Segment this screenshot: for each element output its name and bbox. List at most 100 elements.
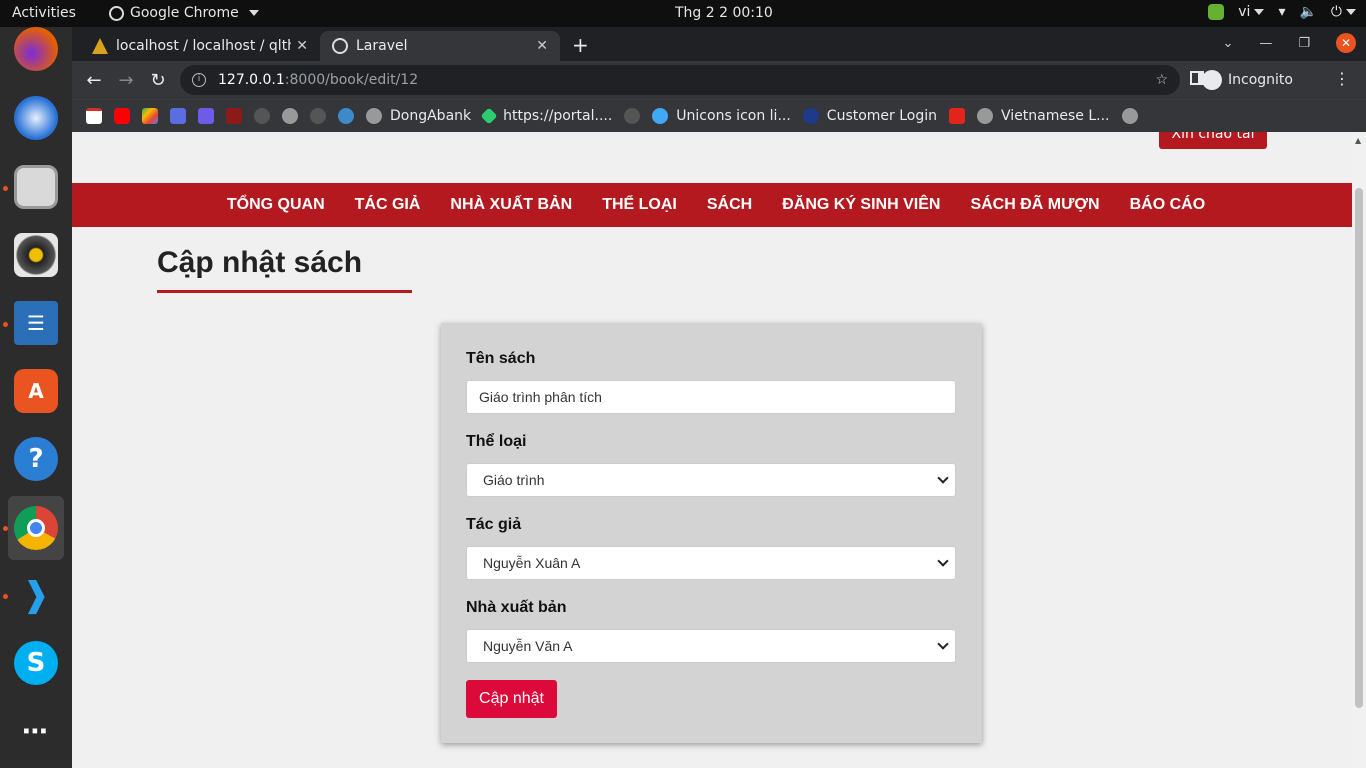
laravel-icon[interactable]	[226, 108, 242, 124]
bookmark-star-icon[interactable]: ☆	[1155, 72, 1168, 88]
category-select[interactable]: Giáo trình	[466, 463, 956, 497]
url-host: 127.0.0.1	[218, 72, 285, 88]
scroll-up-icon[interactable]: ▲	[1355, 136, 1361, 145]
site-info-icon[interactable]: i	[192, 73, 206, 87]
back-button[interactable]: ←	[78, 70, 110, 91]
clock[interactable]: Thg 2 2 00:10	[675, 5, 773, 21]
user-greeting-button[interactable]: Xin chào tài	[1159, 132, 1267, 149]
nav-bao-cao[interactable]: BÁO CÁO	[1130, 196, 1206, 214]
globe-icon[interactable]	[1121, 108, 1138, 124]
address-bar[interactable]: i 127.0.0.1 :8000/book/edit/12 ☆	[180, 65, 1180, 95]
book-name-value: Giáo trình phân tích	[479, 389, 602, 405]
maximize-button[interactable]: ❐	[1298, 36, 1310, 51]
nav-tong-quan[interactable]: TỔNG QUAN	[227, 196, 325, 214]
vscode-icon[interactable]: ❱	[8, 565, 64, 625]
globe-icon[interactable]	[282, 108, 298, 124]
bookmark-vietnamese[interactable]: Vietnamese L...	[977, 108, 1110, 124]
help-icon[interactable]: ?	[8, 429, 64, 489]
tab-phpmyadmin[interactable]: localhost / localhost / qlth ✕	[80, 31, 320, 61]
bookmark-label: DongAbank	[390, 108, 472, 124]
language-label: vi	[1238, 4, 1251, 20]
chevron-down-icon	[937, 472, 949, 484]
gmail-icon[interactable]	[86, 108, 102, 124]
publisher-value: Nguyễn Văn A	[483, 638, 573, 654]
globe-icon	[332, 38, 348, 54]
wordpress-icon[interactable]	[338, 108, 354, 124]
bookmark-customer-login[interactable]: Customer Login	[802, 108, 937, 124]
nav-sach[interactable]: SÁCH	[707, 196, 752, 214]
close-window-button[interactable]: ✕	[1336, 33, 1356, 53]
files-icon[interactable]	[8, 157, 64, 217]
nav-sach-da-muon[interactable]: SÁCH ĐÃ MƯỢN	[970, 196, 1099, 214]
chrome-small-icon	[109, 5, 124, 21]
adobe-icon[interactable]	[949, 108, 966, 124]
writer-icon[interactable]: ☰	[8, 293, 64, 353]
github-icon[interactable]	[254, 108, 270, 124]
publisher-label: Nhà xuất bản	[466, 599, 567, 616]
dock: ☰ A ? ❱ S ⋯	[0, 27, 72, 768]
system-tray[interactable]: vi ▾ 🔈 ⏻	[1208, 4, 1356, 20]
new-tab-button[interactable]: +	[572, 33, 589, 57]
bookmark-portal[interactable]: https://portal....	[480, 107, 612, 125]
github-icon[interactable]	[310, 108, 326, 124]
nav-the-loai[interactable]: THỂ LOẠI	[602, 196, 677, 214]
unicons-icon	[652, 108, 669, 124]
update-button[interactable]: Cập nhật	[466, 680, 557, 718]
chevron-down-icon	[1254, 9, 1265, 15]
translate-icon[interactable]	[170, 108, 186, 124]
close-tab-icon[interactable]: ✕	[296, 38, 308, 54]
rhythmbox-icon[interactable]	[8, 225, 64, 285]
nav-nha-xuat-ban[interactable]: NHÀ XUẤT BẢN	[450, 196, 572, 214]
language-indicator[interactable]: vi	[1238, 4, 1265, 20]
wifi-icon[interactable]: ▾	[1278, 4, 1285, 20]
customer-login-icon	[802, 108, 819, 124]
update-shield-icon[interactable]	[1208, 4, 1225, 20]
chevron-down-icon	[248, 10, 259, 16]
tab-search-icon[interactable]: ⌄	[1222, 36, 1233, 51]
bookmark-unicons[interactable]: Unicons icon li...	[652, 108, 791, 124]
author-select[interactable]: Nguyễn Xuân A	[466, 546, 956, 580]
forward-button[interactable]: →	[110, 70, 142, 91]
globe-icon	[366, 108, 382, 124]
app-menu[interactable]: Google Chrome	[109, 5, 259, 21]
software-center-icon[interactable]: A	[8, 361, 64, 421]
incognito-icon	[1202, 70, 1222, 90]
app-grid-icon[interactable]: ⋯	[8, 702, 64, 762]
minimize-button[interactable]: —	[1259, 36, 1272, 51]
title-underline	[157, 290, 412, 293]
chrome-icon[interactable]	[8, 496, 64, 560]
youtube-icon[interactable]	[114, 108, 130, 124]
reload-button[interactable]: ↻	[142, 70, 174, 91]
book-name-label: Tên sách	[466, 350, 536, 367]
category-label: Thể loại	[466, 433, 527, 450]
close-tab-icon[interactable]: ✕	[536, 38, 548, 54]
nav-dang-ky-sinh-vien[interactable]: ĐĂNG KÝ SINH VIÊN	[782, 196, 940, 214]
firefox-icon[interactable]	[8, 19, 64, 79]
book-name-input[interactable]: Giáo trình phân tích	[466, 380, 956, 414]
incognito-indicator[interactable]: Incognito	[1202, 70, 1293, 90]
skype-icon[interactable]: S	[8, 633, 64, 693]
app-name: Google Chrome	[130, 5, 239, 21]
tab-title: Laravel	[356, 38, 408, 54]
edit-book-form: Tên sách Giáo trình phân tích Thể loại G…	[441, 323, 982, 743]
page-scrollbar[interactable]: ▲	[1352, 132, 1366, 768]
github-icon[interactable]	[624, 108, 641, 124]
nav-tac-gia[interactable]: TÁC GIẢ	[355, 196, 421, 214]
bookmark-dongabank[interactable]: DongAbank	[366, 108, 471, 124]
browser-menu-icon[interactable]: ⋮	[1334, 69, 1350, 88]
volume-icon[interactable]: 🔈	[1299, 4, 1316, 20]
chevron-down-icon	[937, 638, 949, 650]
browser-toolbar: ← → ↻ i 127.0.0.1 :8000/book/edit/12 ☆ I…	[72, 61, 1366, 99]
tab-laravel[interactable]: Laravel ✕	[320, 31, 560, 61]
url-path: :8000/book/edit/12	[284, 72, 419, 88]
incognito-label: Incognito	[1228, 72, 1293, 88]
forms-icon[interactable]	[198, 108, 214, 124]
scrollbar-thumb[interactable]	[1355, 188, 1363, 708]
tab-strip: localhost / localhost / qlth ✕ Laravel ✕…	[72, 27, 1366, 61]
maps-icon[interactable]	[142, 108, 158, 124]
bookmark-label: Unicons icon li...	[676, 108, 791, 124]
thunderbird-icon[interactable]	[8, 88, 64, 148]
publisher-select[interactable]: Nguyễn Văn A	[466, 629, 956, 663]
author-value: Nguyễn Xuân A	[483, 555, 581, 571]
power-icon[interactable]: ⏻	[1331, 4, 1356, 20]
